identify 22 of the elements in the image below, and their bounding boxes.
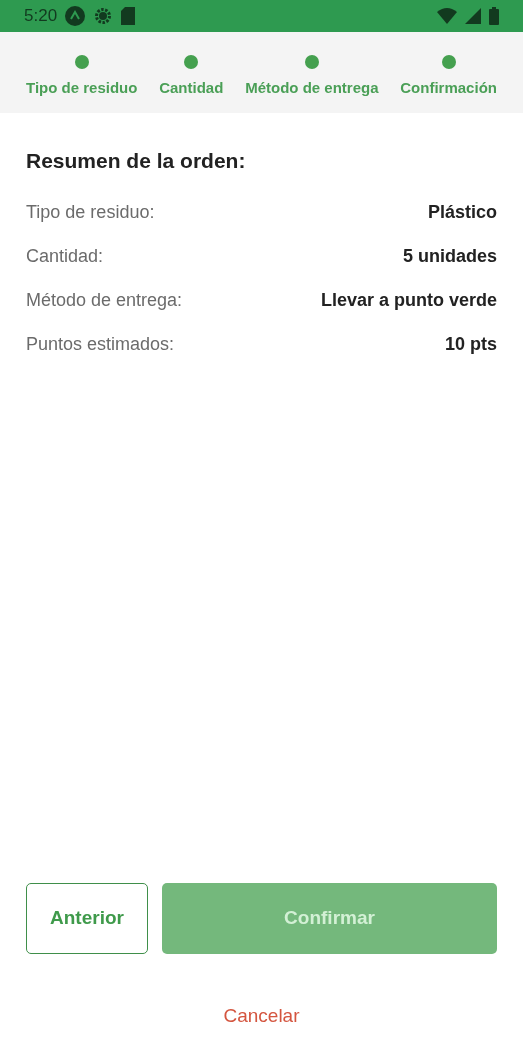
step-label: Tipo de residuo	[26, 78, 138, 99]
step-label: Confirmación	[400, 78, 497, 99]
signal-icon	[465, 8, 481, 24]
sd-card-icon	[121, 7, 136, 25]
gear-icon	[93, 6, 114, 26]
wifi-icon	[437, 8, 457, 24]
summary-label: Cantidad:	[26, 244, 104, 268]
clock: 5:20	[24, 5, 58, 28]
summary-label: Método de entrega:	[26, 288, 183, 312]
back-button[interactable]: Anterior	[26, 883, 148, 954]
battery-icon	[489, 7, 499, 25]
summary-value: Llevar a punto verde	[320, 288, 497, 312]
summary-value: Plástico	[427, 200, 497, 224]
cancel-link[interactable]: Cancelar	[223, 1001, 300, 1031]
summary-value: 10 pts	[444, 332, 497, 356]
summary-label: Puntos estimados:	[26, 332, 175, 356]
summary-value: 5 unidades	[402, 244, 497, 268]
step-label: Método de entrega	[245, 78, 379, 99]
step-label: Cantidad	[159, 78, 224, 99]
app-notification-icon	[65, 6, 86, 26]
summary-title: Resumen de la orden:	[26, 148, 247, 174]
summary-label: Tipo de residuo:	[26, 200, 155, 224]
